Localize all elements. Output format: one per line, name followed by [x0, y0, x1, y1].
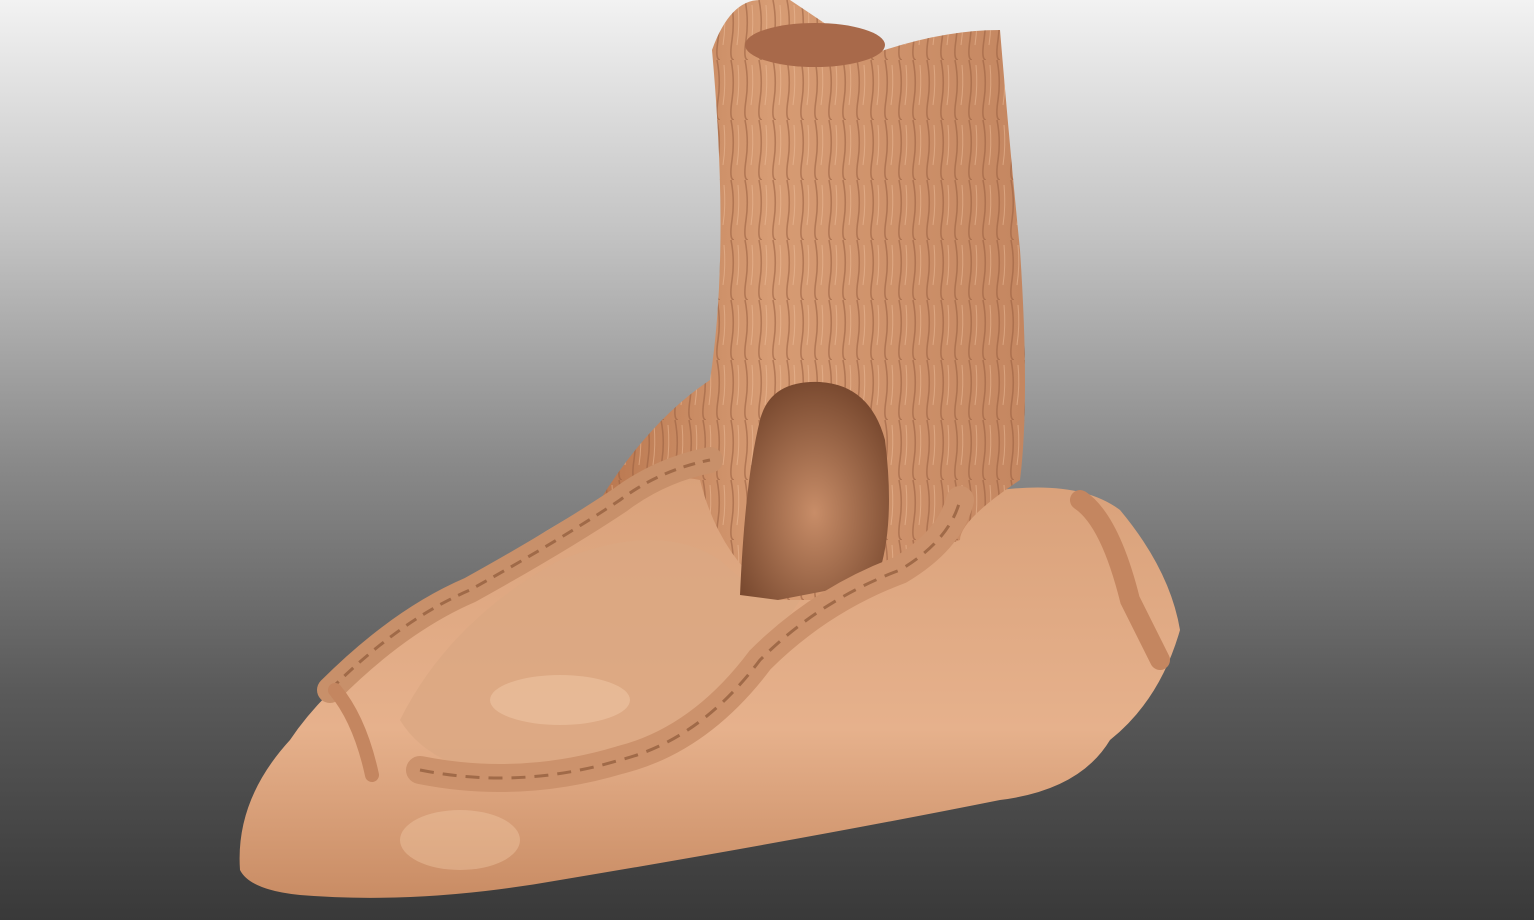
- trunk-opening: [745, 23, 885, 67]
- sculpt-model: [239, 0, 1181, 898]
- trunk-doorway: [740, 381, 889, 600]
- 3d-viewport[interactable]: [0, 0, 1534, 920]
